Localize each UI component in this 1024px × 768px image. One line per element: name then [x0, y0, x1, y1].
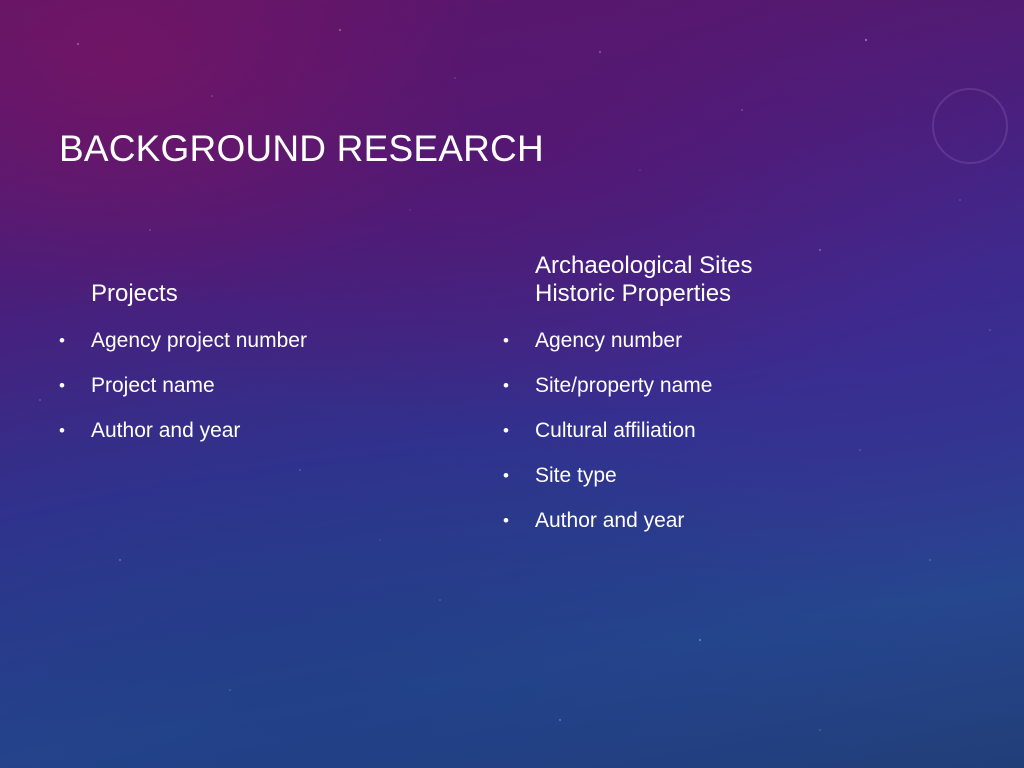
bullet-icon: •	[59, 331, 65, 350]
list-item-text: Project name	[91, 374, 215, 397]
bullet-icon: •	[503, 421, 509, 440]
bullet-icon: •	[59, 421, 65, 440]
list-item-text: Site/property name	[535, 374, 713, 397]
bullet-icon: •	[59, 376, 65, 395]
list-item-text: Author and year	[535, 509, 685, 532]
list-item-text: Site type	[535, 464, 617, 487]
bullet-icon: •	[503, 466, 509, 485]
projects-column-heading: Projects	[91, 280, 178, 307]
list-item-text: Agency number	[535, 329, 683, 352]
bullet-icon: •	[503, 511, 509, 530]
list-item-text: Agency project number	[91, 329, 307, 352]
decorative-ring	[932, 88, 1008, 164]
bullet-icon: •	[503, 331, 509, 350]
slide-canvas: BACKGROUND RESEARCH Projects Archaeologi…	[0, 0, 1024, 768]
sites-column-heading: Archaeological Sites Historic Properties	[535, 252, 752, 308]
sites-heading-line-1: Archaeological Sites	[535, 252, 753, 279]
sites-heading-line-2: Historic Properties	[535, 280, 732, 307]
bullet-icon: •	[503, 376, 509, 395]
list-item-text: Cultural affiliation	[535, 419, 696, 442]
list-item-text: Author and year	[91, 419, 241, 442]
slide-title: BACKGROUND RESEARCH	[59, 128, 544, 169]
